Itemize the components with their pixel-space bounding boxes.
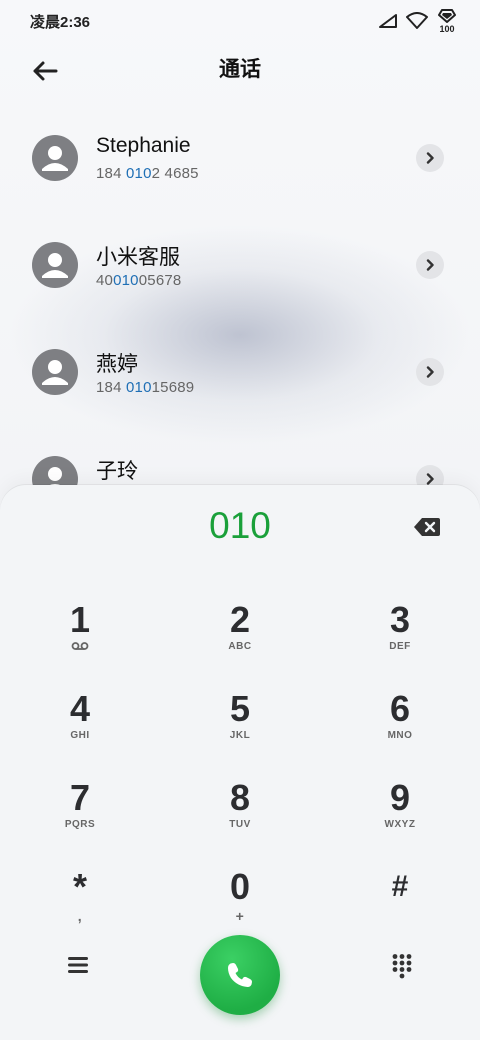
chevron-right-icon [426, 366, 434, 378]
contact-row[interactable]: 小米客服 4001005678 [0, 231, 480, 338]
key-6[interactable]: 6 MNO [340, 689, 460, 769]
number-match: 010 [113, 272, 139, 289]
contact-detail-button[interactable] [416, 251, 444, 279]
key-2[interactable]: 2 ABC [180, 600, 300, 680]
key-5[interactable]: 5 JKL [180, 689, 300, 769]
contact-number: 184 01015689 [96, 379, 195, 396]
contact-name: 燕婷 [96, 353, 138, 376]
chevron-right-icon [426, 259, 434, 271]
bottom-action-bar [0, 935, 480, 1025]
back-button[interactable] [28, 54, 62, 88]
header: 通话 [0, 48, 480, 92]
wifi-icon [406, 12, 428, 29]
phone-icon [228, 963, 252, 987]
arrow-left-icon [33, 61, 58, 81]
key-8[interactable]: 8 TUV [180, 778, 300, 858]
contact-row[interactable]: Stephanie 184 0102 4685 [0, 124, 480, 231]
contact-name: Stephanie [96, 134, 191, 157]
status-time: 凌晨2:36 [30, 13, 91, 31]
person-icon [42, 253, 68, 278]
voicemail-icon [20, 641, 140, 655]
person-icon [42, 146, 68, 171]
person-icon [42, 360, 68, 385]
menu-button[interactable] [62, 952, 94, 978]
dial-input[interactable]: 010 [0, 505, 480, 547]
contact-name: 子玲 [96, 460, 138, 483]
backspace-icon [414, 518, 440, 536]
key-1[interactable]: 1 [20, 600, 140, 680]
chevron-right-icon [426, 152, 434, 164]
battery-level: 100 [439, 24, 455, 34]
key-4[interactable]: 4 GHI [20, 689, 140, 769]
key-7[interactable]: 7 PQRS [20, 778, 140, 858]
dialpad-icon [392, 954, 412, 979]
menu-icon [68, 957, 88, 973]
chevron-right-icon [426, 473, 434, 485]
number-match: 010 [126, 379, 152, 396]
call-button[interactable] [200, 935, 280, 1015]
contact-name: 小米客服 [96, 246, 180, 269]
contact-detail-button[interactable] [416, 144, 444, 172]
status-bar: 凌晨2:36 100 [0, 0, 480, 42]
page-title: 通话 [219, 58, 261, 81]
contact-detail-button[interactable] [416, 358, 444, 386]
dialpad-toggle-button[interactable] [386, 950, 418, 982]
status-icons: 100 [378, 9, 458, 34]
cellular-signal-icon [379, 14, 397, 28]
avatar [32, 135, 78, 181]
backspace-button[interactable] [412, 515, 442, 539]
key-3[interactable]: 3 DEF [340, 600, 460, 680]
number-match: 010 [126, 165, 152, 182]
key-9[interactable]: 9 WXYZ [340, 778, 460, 858]
avatar [32, 242, 78, 288]
battery-icon: 100 [436, 9, 458, 34]
contact-row[interactable]: 燕婷 184 01015689 [0, 338, 480, 445]
avatar [32, 349, 78, 395]
contact-number: 184 0102 4685 [96, 165, 199, 182]
contact-number: 4001005678 [96, 272, 182, 289]
